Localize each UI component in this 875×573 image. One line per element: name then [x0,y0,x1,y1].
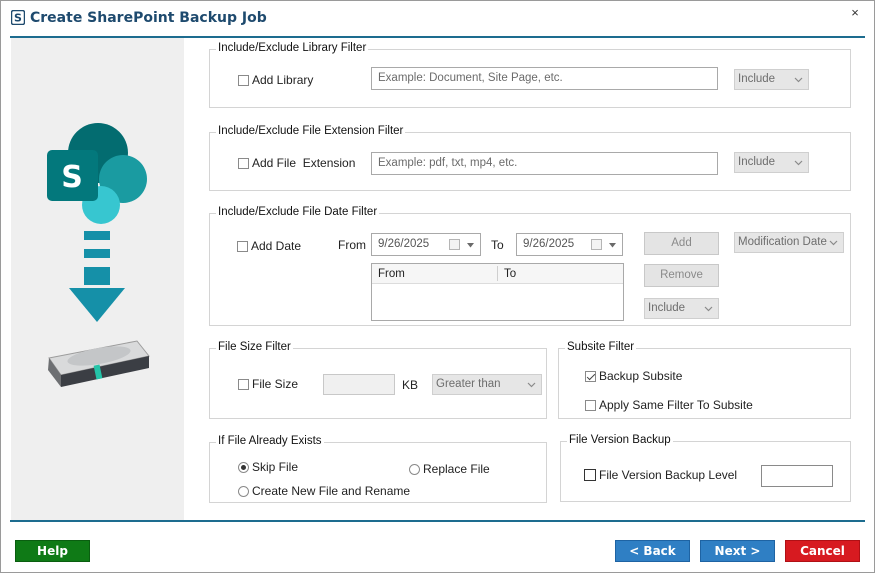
backup-subsite-label[interactable]: Backup Subsite [599,369,682,383]
chevron-down-icon [609,243,616,248]
add-date-button[interactable]: Add [644,232,719,255]
from-date-value: 9/26/2025 [378,238,430,250]
size-filter-title: File Size Filter [216,341,293,353]
extension-mode-value: Include [738,156,776,168]
add-library-label[interactable]: Add Library [252,73,313,87]
svg-text:S: S [61,160,83,195]
chevron-down-icon [829,240,838,246]
calendar-icon [591,239,602,250]
chevron-down-icon [794,160,803,166]
size-unit-label: KB [402,378,419,392]
chevron-down-icon [467,243,474,248]
to-label: To [491,238,504,252]
column-header-to[interactable]: To [504,268,516,280]
illustration-pane: S [11,38,184,520]
sharepoint-to-disk-illustration: S [47,123,150,387]
date-range-list-header: From To [372,264,623,284]
size-comparison-select[interactable]: Greater than [432,374,542,395]
backup-subsite-checkbox[interactable] [585,371,596,382]
from-label: From [338,238,366,252]
window-title: Create SharePoint Backup Job [30,10,267,26]
version-backup-label[interactable]: File Version Backup Level [599,468,737,482]
apply-same-filter-checkbox[interactable] [585,400,596,411]
library-mode-select[interactable]: Include [734,69,809,90]
to-date-value: 9/26/2025 [523,238,575,250]
add-extension-checkbox[interactable] [238,158,249,169]
library-filter-title: Include/Exclude Library Filter [216,42,369,54]
chevron-down-icon [794,77,803,83]
footer-divider [10,520,865,522]
backup-job-dialog: S Create SharePoint Backup Job × S Inclu… [0,0,875,573]
add-library-checkbox[interactable] [238,75,249,86]
add-date-checkbox[interactable] [237,241,248,252]
column-header-from[interactable]: From [378,268,405,280]
cancel-button[interactable]: Cancel [785,540,860,562]
skip-file-label[interactable]: Skip File [252,460,298,474]
date-range-list[interactable]: From To [371,263,624,321]
close-icon[interactable]: × [847,5,863,21]
remove-date-button[interactable]: Remove [644,264,719,287]
library-input[interactable]: Example: Document, Site Page, etc. [371,67,718,90]
title-bar: S Create SharePoint Backup Job × [1,1,874,35]
from-date-picker[interactable]: 9/26/2025 [371,233,481,256]
date-mode-value: Include [648,302,686,314]
library-mode-value: Include [738,73,776,85]
date-type-value: Modification Date [738,236,827,248]
extension-filter-title: Include/Exclude File Extension Filter [216,125,406,137]
calendar-icon [449,239,460,250]
svg-text:S: S [14,12,22,25]
hard-disk-icon [48,340,150,387]
skip-file-radio[interactable] [238,462,249,473]
version-level-input[interactable] [761,465,833,487]
add-extension-label[interactable]: Add File Extension [252,156,355,170]
add-date-label[interactable]: Add Date [251,239,301,253]
date-filter-title: Include/Exclude File Date Filter [216,206,380,218]
subsite-filter-title: Subsite Filter [565,341,637,353]
extension-mode-select[interactable]: Include [734,152,809,173]
file-size-input[interactable] [323,374,395,395]
chevron-down-icon [704,306,713,312]
chevron-down-icon [527,382,536,388]
file-size-checkbox[interactable] [238,379,249,390]
replace-file-label[interactable]: Replace File [423,462,490,476]
extension-input[interactable]: Example: pdf, txt, mp4, etc. [371,152,718,175]
help-button[interactable]: Help [15,540,90,562]
to-date-picker[interactable]: 9/26/2025 [516,233,623,256]
next-button[interactable]: Next > [700,540,775,562]
size-comparison-value: Greater than [436,378,501,390]
file-exists-title: If File Already Exists [216,435,324,447]
back-button[interactable]: < Back [615,540,690,562]
file-size-label[interactable]: File Size [252,377,298,391]
apply-same-filter-label[interactable]: Apply Same Filter To Subsite [599,398,753,412]
create-new-file-radio[interactable] [238,486,249,497]
version-backup-title: File Version Backup [567,434,673,446]
replace-file-radio[interactable] [409,464,420,475]
create-new-file-label[interactable]: Create New File and Rename [252,484,410,498]
download-arrow-icon [84,231,110,240]
sharepoint-s-icon: S [11,10,25,25]
version-backup-checkbox[interactable] [584,469,596,481]
date-type-select[interactable]: Modification Date [734,232,844,253]
date-mode-select[interactable]: Include [644,298,719,319]
